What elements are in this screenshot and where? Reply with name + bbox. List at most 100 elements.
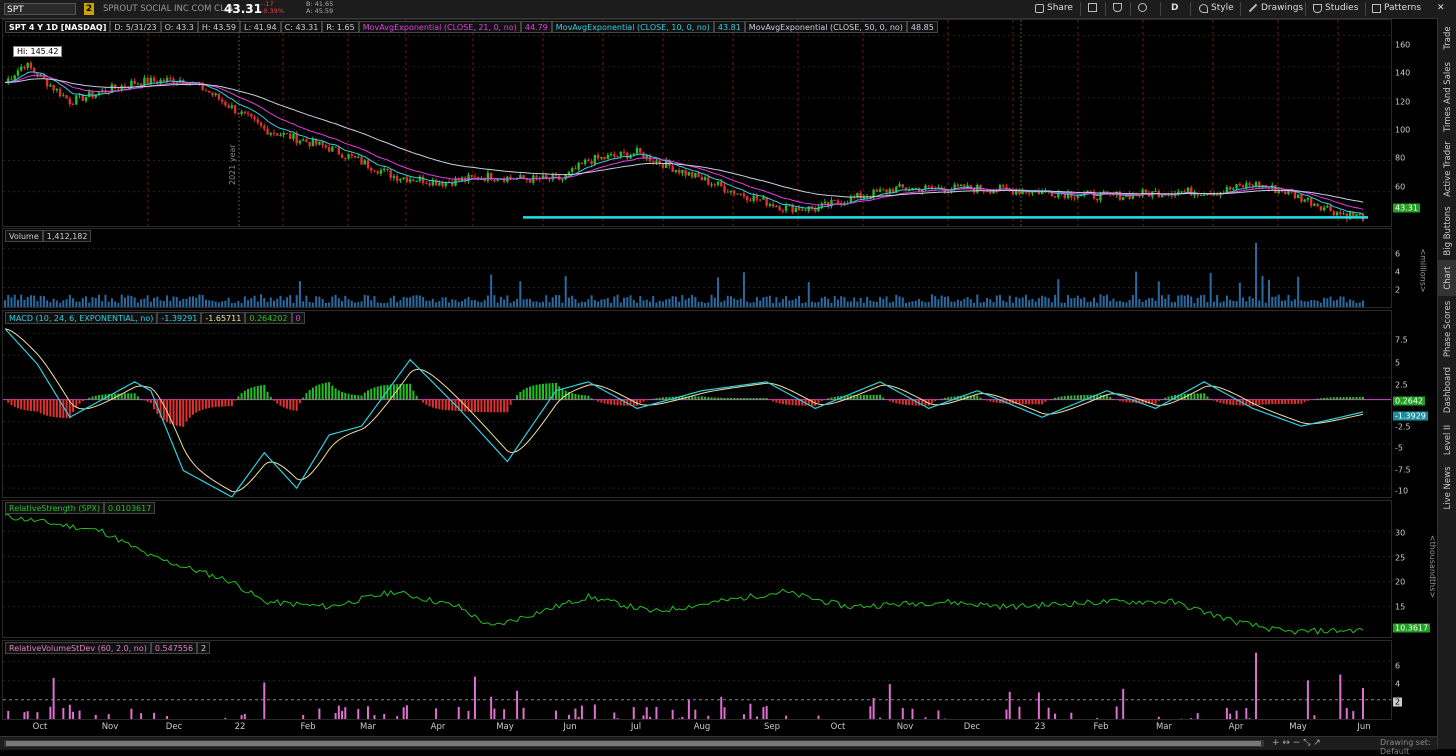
volume-bar — [856, 302, 858, 307]
rv-label[interactable]: RelativeVolumeStDev (60, 2.0, no) — [5, 642, 151, 654]
volume-bar — [1356, 303, 1358, 307]
volume-bar — [104, 295, 106, 307]
close-icon[interactable]: ✕ — [1437, 3, 1445, 13]
candle-body — [986, 191, 988, 192]
macd-histogram-bar — [613, 400, 615, 405]
candle-body — [1284, 192, 1286, 195]
horizontal-scrollbar[interactable] — [4, 740, 1264, 747]
price-panel[interactable]: SPT 4 Y 1D [NASDAQ] D: 5/31/23 O: 43.3 H… — [2, 19, 1392, 227]
macd-histogram-bar — [1262, 400, 1264, 405]
candle-body — [633, 153, 635, 154]
flask-icon — [1113, 3, 1122, 12]
print-button[interactable] — [1088, 3, 1097, 12]
tab-big-buttons[interactable]: Big Buttons — [1438, 202, 1456, 260]
macd-histogram-bar — [218, 400, 220, 407]
rs-label[interactable]: RelativeStrength (SPX) — [5, 502, 104, 514]
relative-volume-bar — [166, 716, 168, 719]
settings-button[interactable] — [1138, 3, 1147, 12]
tab-trade[interactable]: Trade — [1438, 18, 1456, 58]
time-axis[interactable]: OctNovDec22FebMarAprMayJunJulAugSepOctNo… — [2, 720, 1392, 734]
candle-body — [1002, 185, 1004, 187]
candle-body — [691, 172, 693, 177]
tab-dashboard[interactable]: Dashboard — [1438, 362, 1456, 418]
macd-label[interactable]: MACD (10, 24, 6, EXPONENTIAL, no) — [5, 312, 157, 324]
relative-volume-chart — [3, 641, 1391, 719]
relative-volume-panel[interactable]: RelativeVolumeStDev (60, 2.0, no) 0.5475… — [2, 640, 1392, 720]
candle-body — [169, 78, 171, 79]
candle-body — [1090, 191, 1092, 192]
candle-body — [85, 97, 87, 101]
macd-histogram-bar — [1028, 400, 1030, 405]
candle-body — [253, 117, 255, 120]
candle-body — [146, 78, 148, 84]
volume-bar — [869, 300, 871, 307]
link-group-badge[interactable]: 2 — [84, 3, 94, 15]
symbol-input[interactable]: SPT — [4, 3, 76, 15]
volume-bar — [1213, 302, 1215, 307]
candle-body — [1310, 198, 1312, 206]
relative-strength-panel[interactable]: RelativeStrength (SPX) 0.0103617 — [2, 500, 1392, 638]
macd-histogram-bar — [1268, 400, 1270, 405]
candle-body — [607, 155, 609, 159]
volume-bar — [416, 295, 418, 307]
style-button[interactable]: Style — [1199, 3, 1234, 13]
tab-times-and-sales[interactable]: Times And Sales — [1438, 58, 1456, 136]
candle-body — [354, 156, 356, 158]
volume-bar — [1359, 302, 1361, 307]
tab-level-ii[interactable]: Level II — [1438, 418, 1456, 462]
period-button[interactable]: D — [1171, 3, 1178, 13]
volume-bar — [1339, 297, 1341, 307]
macd-histogram-bar — [996, 400, 998, 403]
scrollbar-thumb[interactable] — [6, 741, 1261, 746]
volume-panel[interactable]: Volume 1,412,182 — [2, 228, 1392, 308]
candle-body — [804, 210, 806, 211]
volume-bar — [860, 298, 862, 307]
rs-last-box: 10.3617 — [1393, 624, 1430, 633]
legend-ma50[interactable]: MovAvgExponential (CLOSE, 50, 0, no) — [745, 21, 907, 33]
volume-bar — [607, 298, 609, 307]
legend-ma10[interactable]: MovAvgExponential (CLOSE, 10, 0, no) — [552, 21, 714, 33]
studies-button[interactable]: Studies — [1313, 3, 1358, 13]
volume-bar — [843, 297, 845, 307]
macd-histogram-bar — [403, 384, 405, 400]
volume-bar — [377, 302, 379, 307]
candle-body — [438, 183, 440, 186]
volume-bar — [892, 302, 894, 307]
volume-bar — [523, 299, 525, 307]
candle-body — [344, 158, 346, 159]
relative-volume-bar — [36, 712, 38, 719]
relative-volume-bar — [302, 715, 304, 719]
legend-ma21[interactable]: MovAvgExponential (CLOSE, 21, 0, no) — [359, 21, 521, 33]
volume-bar — [166, 295, 168, 307]
volume-bar — [205, 300, 207, 307]
patterns-button[interactable]: Patterns — [1372, 3, 1421, 13]
volume-bar — [1323, 298, 1325, 307]
macd-histogram-bar — [876, 395, 878, 400]
candle-body — [331, 147, 333, 152]
candle-body — [441, 183, 443, 186]
rs-value: 0.0103617 — [104, 502, 155, 514]
candle-body — [364, 160, 366, 164]
drawings-button[interactable]: Drawings — [1248, 3, 1303, 13]
zoom-controls[interactable]: + ↔ − ⤡ ↗ — [1272, 738, 1321, 748]
volume-bar — [672, 296, 674, 307]
tab-live-news[interactable]: Live News — [1438, 462, 1456, 514]
volume-bar — [513, 301, 515, 307]
candle-body — [561, 179, 563, 180]
volume-bar — [438, 301, 440, 307]
volume-bar — [1031, 299, 1033, 307]
tab-active-trader[interactable]: Active Trader — [1438, 136, 1456, 202]
relative-volume-bar — [130, 709, 132, 719]
volume-bar — [613, 296, 615, 307]
macd-histogram-bar — [484, 400, 486, 413]
macd-histogram-bar — [231, 400, 233, 407]
volume-label[interactable]: Volume — [5, 230, 43, 242]
volume-bar — [163, 301, 165, 307]
macd-panel[interactable]: MACD (10, 24, 6, EXPONENTIAL, no) -1.392… — [2, 310, 1392, 498]
share-button[interactable]: Share — [1035, 3, 1073, 13]
tab-chart[interactable]: Chart — [1438, 260, 1456, 296]
tab-phase-scores[interactable]: Phase Scores — [1438, 296, 1456, 362]
macd-histogram-bar — [438, 400, 440, 410]
drawing-set[interactable]: Drawing set: Default — [1380, 738, 1437, 756]
flask-button[interactable] — [1113, 3, 1122, 12]
